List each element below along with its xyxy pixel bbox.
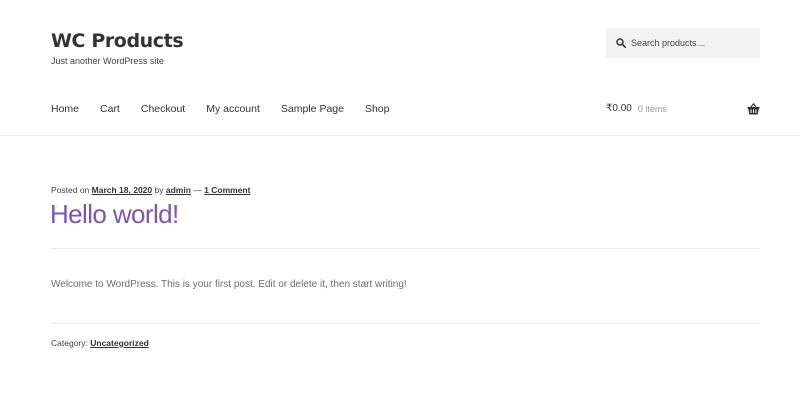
header-divider <box>0 135 800 136</box>
post-category: Category: Uncategorized <box>51 338 149 348</box>
post-author-link[interactable]: admin <box>166 185 191 195</box>
cart-amount: ₹0.00 <box>606 103 632 114</box>
post-title[interactable]: Hello world! <box>50 199 179 230</box>
nav-item-sample-page[interactable]: Sample Page <box>281 103 344 115</box>
search-form <box>606 28 760 58</box>
site-title[interactable]: WC Products <box>51 30 184 52</box>
category-label: Category: <box>51 338 88 348</box>
search-icon <box>616 38 626 48</box>
nav-item-home[interactable]: Home <box>51 103 79 115</box>
category-link[interactable]: Uncategorized <box>90 338 149 348</box>
primary-navigation: Home Cart Checkout My account Sample Pag… <box>51 103 411 115</box>
meta-separator: — <box>193 185 202 195</box>
nav-item-my-account[interactable]: My account <box>206 103 260 115</box>
post-meta: Posted on March 18, 2020 by admin — 1 Co… <box>51 185 250 195</box>
post-content: Welcome to WordPress. This is your first… <box>51 279 407 290</box>
posted-on-label: Posted on <box>51 185 90 195</box>
site-tagline: Just another WordPress site <box>51 56 164 66</box>
nav-item-shop[interactable]: Shop <box>365 103 390 115</box>
search-input[interactable] <box>631 38 756 48</box>
nav-item-cart[interactable]: Cart <box>100 103 120 115</box>
post-comments-link[interactable]: 1 Comment <box>204 185 250 195</box>
cart-count: 0 items <box>637 103 667 114</box>
post-footer-divider <box>51 323 760 324</box>
post-date-link[interactable]: March 18, 2020 <box>92 185 152 195</box>
by-label: by <box>154 185 164 195</box>
header-cart[interactable]: ₹0.00 0 items <box>606 103 760 115</box>
post-header-divider <box>51 248 760 249</box>
nav-item-checkout[interactable]: Checkout <box>141 103 185 115</box>
basket-icon[interactable] <box>747 103 760 115</box>
